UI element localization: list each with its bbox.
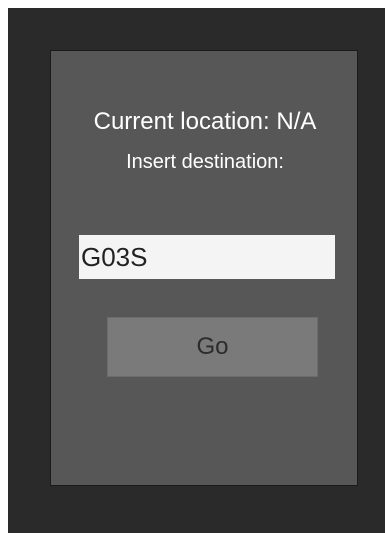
destination-input[interactable] — [79, 235, 335, 279]
go-button[interactable]: Go — [107, 317, 318, 377]
navigation-panel: Current location: N/A Insert destination… — [50, 50, 358, 486]
destination-prompt: Insert destination: — [126, 151, 284, 173]
current-location-label: Current location: N/A — [93, 108, 317, 135]
app-screen: Current location: N/A Insert destination… — [8, 8, 385, 533]
